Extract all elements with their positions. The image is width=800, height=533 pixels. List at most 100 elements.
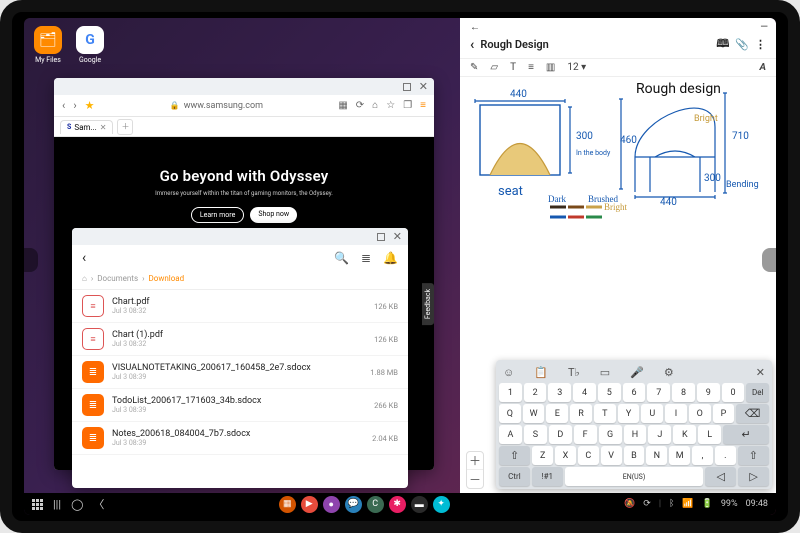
signature-icon[interactable]: A xyxy=(759,62,766,73)
kbd-tool-icon[interactable]: 📋 xyxy=(534,366,548,379)
window-titlebar[interactable]: ✕ xyxy=(72,228,408,245)
key-b[interactable]: B xyxy=(624,446,645,465)
forward-icon[interactable]: › xyxy=(73,99,76,112)
more-icon[interactable]: ⋮ xyxy=(755,38,766,51)
key-d[interactable]: D xyxy=(549,425,572,444)
key-n[interactable]: N xyxy=(646,446,667,465)
key-u[interactable]: U xyxy=(641,404,663,423)
url-field[interactable]: 🔒 www.samsung.com xyxy=(103,101,331,111)
home-icon[interactable]: ⌂ xyxy=(372,100,378,111)
reader-icon[interactable]: 🕮 xyxy=(716,35,729,54)
key-7[interactable]: 7 xyxy=(647,383,670,402)
home-icon[interactable]: ◯ xyxy=(71,498,83,511)
key-k[interactable]: K xyxy=(673,425,696,444)
zoom-out-button[interactable]: － xyxy=(467,470,483,488)
apps-grid-icon[interactable] xyxy=(32,499,43,510)
key-5[interactable]: 5 xyxy=(598,383,621,402)
key-space[interactable]: EN(US) xyxy=(565,467,704,486)
taskbar-app-icon[interactable]: ✦ xyxy=(433,496,450,513)
key-period[interactable]: . xyxy=(715,446,736,465)
key-h[interactable]: H xyxy=(624,425,647,444)
key-f[interactable]: F xyxy=(574,425,597,444)
key-r[interactable]: R xyxy=(570,404,592,423)
taskbar-app-icon[interactable]: ▬ xyxy=(411,496,428,513)
key-l[interactable]: L xyxy=(698,425,721,444)
key-6[interactable]: 6 xyxy=(623,383,646,402)
file-row[interactable]: Notes_200618_084004_7b7.sdocx Jul 3 08:3… xyxy=(72,422,408,455)
key-enter[interactable]: ↵ xyxy=(723,425,769,444)
crumb-documents[interactable]: Documents xyxy=(97,274,138,283)
desktop-icon-google[interactable]: G Google xyxy=(76,26,104,64)
key-comma[interactable]: , xyxy=(692,446,713,465)
key-shift-right[interactable]: ⇧ xyxy=(738,446,769,465)
search-icon[interactable]: 🔍 xyxy=(334,251,349,265)
key-backspace[interactable]: ⌫ xyxy=(736,404,769,423)
notification-bell-icon[interactable]: 🔔 xyxy=(383,251,398,265)
key-x[interactable]: X xyxy=(555,446,576,465)
key-0[interactable]: 0 xyxy=(722,383,745,402)
close-icon[interactable]: ✕ xyxy=(393,230,402,243)
back-icon[interactable]: ‹ xyxy=(470,37,474,53)
mute-icon[interactable]: 🔕 xyxy=(624,499,635,509)
key-q[interactable]: Q xyxy=(499,404,521,423)
note-title[interactable]: Rough Design xyxy=(480,38,548,51)
back-nav-icon[interactable]: 〈 xyxy=(93,496,104,512)
taskbar-app-icon[interactable]: ▦ xyxy=(279,496,296,513)
edge-panel-left[interactable] xyxy=(24,248,38,272)
maximize-icon[interactable] xyxy=(403,83,411,91)
key-del[interactable]: Del xyxy=(746,383,769,402)
kbd-tool-icon[interactable]: 🎤 xyxy=(630,366,644,379)
key-8[interactable]: 8 xyxy=(672,383,695,402)
key-ctrl[interactable]: Ctrl xyxy=(499,467,530,486)
font-size-picker[interactable]: 12 ▾ xyxy=(567,62,586,73)
key-p[interactable]: P xyxy=(713,404,735,423)
window-titlebar[interactable]: ✕ xyxy=(54,78,434,95)
file-row[interactable]: Chart.pdf Jul 3 08:32 126 KB xyxy=(72,290,408,323)
key-left[interactable]: ◁ xyxy=(705,467,736,486)
close-icon[interactable]: ✕ xyxy=(419,80,428,93)
taskbar-app-icon[interactable]: ✱ xyxy=(389,496,406,513)
taskbar-app-icon[interactable]: 💬 xyxy=(345,496,362,513)
key-a[interactable]: A xyxy=(499,425,522,444)
key-shift-left[interactable]: ⇧ xyxy=(499,446,530,465)
key-9[interactable]: 9 xyxy=(697,383,720,402)
reload-icon[interactable]: ⟳ xyxy=(356,100,364,111)
zoom-in-button[interactable]: ＋ xyxy=(467,452,483,470)
file-row[interactable]: VISUALNOTETAKING_200617_160458_2e7.sdocx… xyxy=(72,356,408,389)
kbd-tool-icon[interactable]: ⚙ xyxy=(664,366,674,379)
view-list-icon[interactable]: ≣ xyxy=(361,251,371,265)
key-1[interactable]: 1 xyxy=(499,383,522,402)
taskbar-app-icon[interactable]: ▶ xyxy=(301,496,318,513)
key-o[interactable]: O xyxy=(689,404,711,423)
bookmark-star-icon[interactable]: ★ xyxy=(85,99,95,112)
file-row[interactable]: Chart (1).pdf Jul 3 08:32 126 KB xyxy=(72,323,408,356)
recents-icon[interactable]: ||| xyxy=(53,498,61,511)
attach-icon[interactable]: 📎 xyxy=(735,38,749,51)
align-icon[interactable]: ≡ xyxy=(528,62,534,73)
kbd-tool-icon[interactable]: ☺ xyxy=(503,366,514,379)
key-i[interactable]: I xyxy=(665,404,687,423)
edge-panel-right[interactable] xyxy=(762,248,776,272)
desktop-icon-myfiles[interactable]: 🗂 My Files xyxy=(34,26,62,64)
minimize-icon[interactable]: — xyxy=(760,22,766,33)
fav-icon[interactable]: ☆ xyxy=(386,100,395,111)
menu-icon[interactable]: ≡ xyxy=(420,100,426,111)
keyboard-close-icon[interactable]: ✕ xyxy=(756,366,765,379)
taskbar-app-icon[interactable]: C xyxy=(367,496,384,513)
back-icon[interactable]: ‹ xyxy=(82,250,86,266)
rotate-lock-icon[interactable]: ⟳ xyxy=(643,499,651,509)
crumb-download[interactable]: Download xyxy=(149,274,185,283)
key-z[interactable]: Z xyxy=(532,446,553,465)
battery-icon[interactable]: 🔋 xyxy=(702,499,713,509)
key-s[interactable]: S xyxy=(524,425,547,444)
layout-icon[interactable]: ▥ xyxy=(546,62,555,73)
wifi-icon[interactable]: 📶 xyxy=(682,499,693,509)
tabs-icon[interactable]: ❐ xyxy=(403,100,412,111)
kbd-tool-icon[interactable]: T♭ xyxy=(568,366,580,379)
bt-icon[interactable]: ᛒ xyxy=(669,499,674,509)
key-e[interactable]: E xyxy=(546,404,568,423)
key-m[interactable]: M xyxy=(669,446,690,465)
key-j[interactable]: J xyxy=(648,425,671,444)
taskbar-app-icon[interactable]: ● xyxy=(323,496,340,513)
feedback-tab[interactable]: Feedback xyxy=(422,282,434,324)
